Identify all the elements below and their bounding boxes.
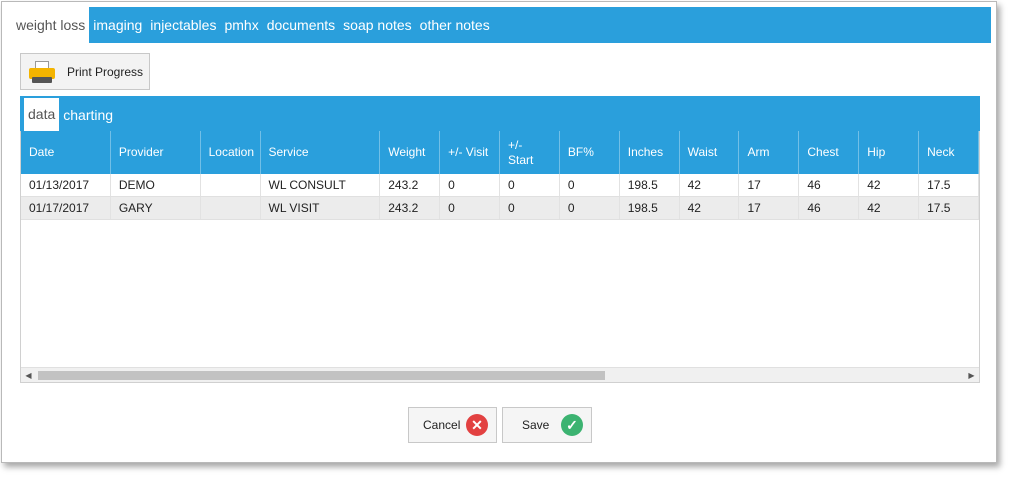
cell-waist: 42 <box>680 197 740 219</box>
tab-documents[interactable]: documents <box>263 7 339 43</box>
column-header-provider[interactable]: Provider <box>111 131 201 174</box>
tab-imaging[interactable]: imaging <box>89 7 146 43</box>
horizontal-scrollbar[interactable]: ◀ ▶ <box>21 367 979 382</box>
cell-date: 01/13/2017 <box>21 174 111 196</box>
cell-chest: 46 <box>799 197 860 219</box>
column-header-date[interactable]: Date <box>21 131 111 174</box>
top-tab-bar: weight loss imaging injectables pmhx doc… <box>12 7 991 43</box>
inner-tab-bar: data charting <box>20 96 980 131</box>
cell-weight: 243.2 <box>380 197 441 219</box>
cell-waist: 42 <box>680 174 740 196</box>
column-header-inches[interactable]: Inches <box>620 131 680 174</box>
save-button[interactable]: Save ✓ <box>502 407 592 443</box>
cell-location <box>201 197 261 219</box>
tab-soap-notes[interactable]: soap notes <box>339 7 416 43</box>
cell-provider: GARY <box>111 197 201 219</box>
grid-header: Date Provider Location Service Weight +/… <box>21 131 979 174</box>
column-header-hip[interactable]: Hip <box>859 131 920 174</box>
save-label: Save <box>522 418 550 432</box>
column-header-arm[interactable]: Arm <box>739 131 800 174</box>
cell-inches: 198.5 <box>620 174 680 196</box>
cell-location <box>201 174 261 196</box>
cell-bf-percent: 0 <box>560 197 620 219</box>
cell-weight: 243.2 <box>380 174 441 196</box>
cell-date: 01/17/2017 <box>21 197 111 219</box>
checkmark-icon: ✓ <box>561 414 583 436</box>
cell-arm: 17 <box>739 197 800 219</box>
column-header-weight[interactable]: Weight <box>380 131 441 174</box>
tab-injectables[interactable]: injectables <box>146 7 220 43</box>
scroll-right-icon[interactable]: ▶ <box>964 368 979 382</box>
cell-visit-change: 0 <box>440 174 500 196</box>
printer-icon <box>29 60 55 83</box>
column-header-visit-change[interactable]: +/- Visit <box>440 131 500 174</box>
tab-other-notes[interactable]: other notes <box>416 7 494 43</box>
cell-hip: 42 <box>859 197 920 219</box>
column-header-location[interactable]: Location <box>201 131 261 174</box>
table-row[interactable]: 01/17/2017 GARY WL VISIT 243.2 0 0 0 198… <box>21 197 979 220</box>
table-row[interactable]: 01/13/2017 DEMO WL CONSULT 243.2 0 0 0 1… <box>21 174 979 197</box>
tab-charting[interactable]: charting <box>59 99 117 131</box>
cell-service: WL CONSULT <box>261 174 381 196</box>
column-header-service[interactable]: Service <box>261 131 381 174</box>
cancel-label: Cancel <box>423 418 461 432</box>
dialog-window: weight loss imaging injectables pmhx doc… <box>1 1 997 463</box>
scrollbar-thumb[interactable] <box>38 371 605 380</box>
column-header-bf-percent[interactable]: BF% <box>560 131 620 174</box>
tab-data[interactable]: data <box>24 98 60 131</box>
cell-neck: 17.5 <box>919 174 979 196</box>
print-progress-label: Print Progress <box>67 64 144 79</box>
print-progress-button[interactable]: Print Progress <box>20 53 150 90</box>
cell-neck: 17.5 <box>919 197 979 219</box>
tab-weight-loss[interactable]: weight loss <box>12 7 90 43</box>
progress-grid: Date Provider Location Service Weight +/… <box>20 131 980 383</box>
close-icon: ✕ <box>466 414 488 436</box>
cell-chest: 46 <box>799 174 860 196</box>
tab-pmhx[interactable]: pmhx <box>220 7 262 43</box>
cell-bf-percent: 0 <box>560 174 620 196</box>
cell-service: WL VISIT <box>261 197 381 219</box>
cell-arm: 17 <box>739 174 800 196</box>
cell-start-change: 0 <box>500 197 560 219</box>
column-header-waist[interactable]: Waist <box>680 131 740 174</box>
cancel-button[interactable]: Cancel ✕ <box>408 407 497 443</box>
cell-inches: 198.5 <box>620 197 680 219</box>
column-header-chest[interactable]: Chest <box>799 131 860 174</box>
cell-hip: 42 <box>859 174 920 196</box>
column-header-neck[interactable]: Neck <box>919 131 979 174</box>
column-header-start-change[interactable]: +/- Start <box>500 131 560 174</box>
cell-visit-change: 0 <box>440 197 500 219</box>
cell-provider: DEMO <box>111 174 201 196</box>
cell-start-change: 0 <box>500 174 560 196</box>
scroll-left-icon[interactable]: ◀ <box>21 368 36 382</box>
